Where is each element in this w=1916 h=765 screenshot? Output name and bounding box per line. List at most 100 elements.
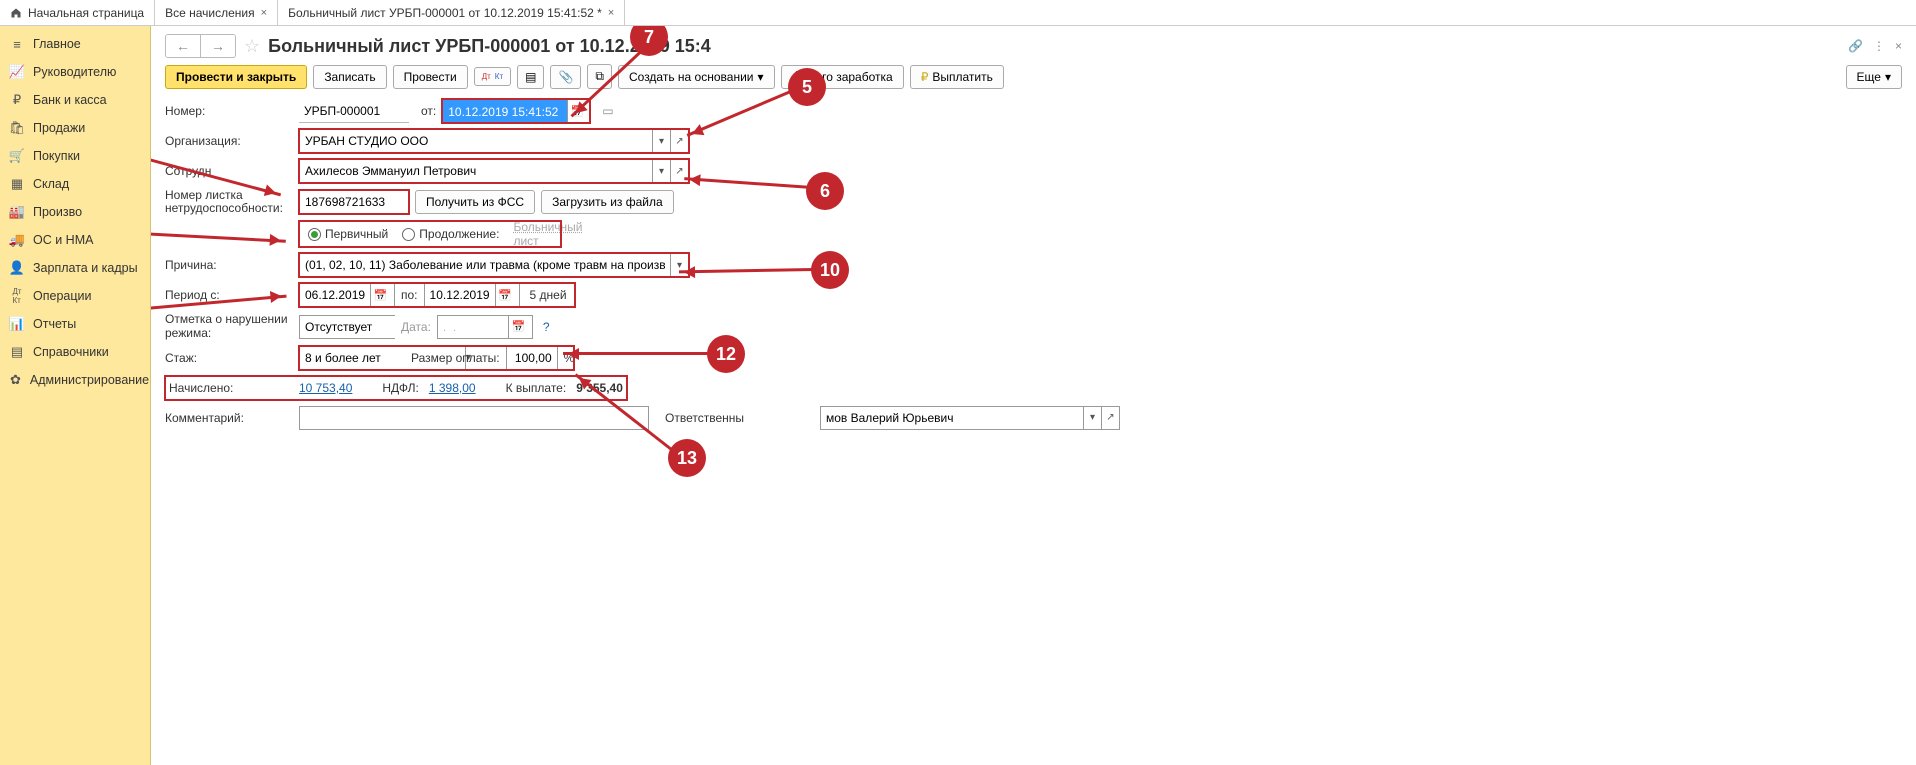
period-from-input[interactable] xyxy=(300,284,370,306)
post-and-close-button[interactable]: Провести и закрыть xyxy=(165,65,307,89)
close-doc-icon[interactable]: × xyxy=(1895,39,1902,53)
number-input[interactable] xyxy=(299,99,409,123)
sidebar-label: Банк и касса xyxy=(33,93,107,107)
sidebar-label: Отчеты xyxy=(33,317,76,331)
help-icon[interactable]: ? xyxy=(539,320,554,334)
sidebar-item-reports[interactable]: 📊Отчеты xyxy=(0,310,150,338)
calendar-icon[interactable]: 📅 xyxy=(495,284,515,306)
boxes-icon: ▦ xyxy=(10,177,24,191)
callout-6: 6 xyxy=(806,172,844,210)
nav-back[interactable]: ← xyxy=(166,35,201,57)
label-to-pay: К выплате: xyxy=(506,381,567,395)
get-fss-button[interactable]: Получить из ФСС xyxy=(415,190,535,214)
reason-combo[interactable]: ▾ xyxy=(299,253,689,277)
callout-num: 6 xyxy=(820,181,830,202)
label-reason: Причина: xyxy=(165,258,293,272)
related-button[interactable]: ⧉ xyxy=(587,64,612,89)
open-ref-icon[interactable]: ↗ xyxy=(1101,407,1119,429)
nav-forward[interactable]: → xyxy=(201,35,235,57)
sidebar-label: Главное xyxy=(33,37,81,51)
main-content: ← → ☆ Больничный лист УРБП-000001 от 10.… xyxy=(151,26,1916,765)
sidebar-item-admin[interactable]: ✿Администрирование xyxy=(0,366,150,394)
sidebar-item-manager[interactable]: 📈 Руководителю xyxy=(0,58,150,86)
period-to-field[interactable]: 📅 xyxy=(424,283,520,307)
primary-radio-group: Первичный Продолжение: Больничный лист xyxy=(299,221,561,247)
sidebar-label: Справочники xyxy=(33,345,109,359)
radio-continuation-label: Продолжение: xyxy=(419,227,499,241)
label-pay-rate: Размер оплаты: xyxy=(411,351,500,365)
org-input[interactable] xyxy=(300,130,652,152)
bag-icon: 🛍 xyxy=(10,121,24,135)
tab-list[interactable]: Все начисления × xyxy=(155,0,278,25)
accrued-link[interactable]: 10 753,40 xyxy=(299,381,352,395)
home-icon xyxy=(10,7,22,19)
tabs-bar: Начальная страница Все начисления × Боль… xyxy=(0,0,1916,26)
radio-primary[interactable]: Первичный xyxy=(308,227,388,241)
violation-date-input[interactable] xyxy=(438,316,508,338)
load-file-button[interactable]: Загрузить из файла xyxy=(541,190,674,214)
create-based-button[interactable]: Создать на основании ▾ xyxy=(618,65,775,89)
employee-input[interactable] xyxy=(300,160,652,182)
radio-primary-label: Первичный xyxy=(325,227,388,241)
pay-button[interactable]: ₽ Выплатить xyxy=(910,65,1004,89)
dtkt-button[interactable]: ДтКт xyxy=(474,67,511,86)
link-icon[interactable]: 🔗 xyxy=(1848,39,1863,53)
sidebar-item-salary[interactable]: 👤Зарплата и кадры xyxy=(0,254,150,282)
sidebar-item-warehouse[interactable]: ▦Склад xyxy=(0,170,150,198)
tab-doc[interactable]: Больничный лист УРБП-000001 от 10.12.201… xyxy=(278,0,625,25)
radio-continuation[interactable]: Продолжение: xyxy=(402,227,499,241)
violation-date-field[interactable]: 📅 xyxy=(437,315,533,339)
menu-icon: ≡ xyxy=(10,37,24,51)
employee-combo[interactable]: ▾ ↗ xyxy=(299,159,689,183)
sidebar-item-refs[interactable]: ▤Справочники xyxy=(0,338,150,366)
label-violation-date: Дата: xyxy=(401,320,431,334)
chevron-down-icon[interactable]: ▾ xyxy=(1083,407,1101,429)
create-based-label: Создать на основании xyxy=(629,70,754,84)
calendar-icon[interactable]: 📅 xyxy=(508,316,528,338)
sheet-no-input[interactable] xyxy=(299,190,409,214)
sidebar-item-sales[interactable]: 🛍Продажи xyxy=(0,114,150,142)
tab-home[interactable]: Начальная страница xyxy=(0,0,155,25)
save-button[interactable]: Записать xyxy=(313,65,386,89)
sidebar-item-bank[interactable]: ₽Банк и касса xyxy=(0,86,150,114)
ndfl-link[interactable]: 1 398,00 xyxy=(429,381,476,395)
date-input[interactable] xyxy=(443,100,567,124)
row-comment: Комментарий: Ответственны ▾ ↗ xyxy=(165,406,1902,430)
responsible-combo[interactable]: ▾ ↗ xyxy=(820,406,1120,430)
truck-icon: 🚚 xyxy=(10,233,24,247)
comment-input[interactable] xyxy=(299,406,649,430)
sidebar-item-main[interactable]: ≡ Главное xyxy=(0,30,150,58)
calendar-icon[interactable]: 📅 xyxy=(370,284,390,306)
org-info-icon[interactable]: ▭ xyxy=(602,104,613,118)
period-from-field[interactable]: 📅 xyxy=(299,283,395,307)
sidebar-item-operations[interactable]: ДтКтОперации xyxy=(0,282,150,310)
violation-combo[interactable]: … xyxy=(299,315,395,339)
more-button[interactable]: Еще ▾ xyxy=(1846,65,1902,89)
sidebar-item-assets[interactable]: 🚚ОС и НМА xyxy=(0,226,150,254)
callout-num: 12 xyxy=(716,344,736,365)
sidebar-item-production[interactable]: 🏭Произво xyxy=(0,198,150,226)
close-icon[interactable]: × xyxy=(608,7,614,19)
label-number: Номер: xyxy=(165,104,293,118)
sidebar-label: Покупки xyxy=(33,149,80,163)
sick-sheet-link: Больничный лист xyxy=(513,220,582,248)
sidebar-item-purchases[interactable]: 🛒Покупки xyxy=(0,142,150,170)
close-icon[interactable]: × xyxy=(261,7,267,19)
org-combo[interactable]: ▾ ↗ xyxy=(299,129,689,153)
sidebar: ≡ Главное 📈 Руководителю ₽Банк и касса 🛍Пр… xyxy=(0,26,151,765)
doc-struct-button[interactable]: ▤ xyxy=(517,65,544,89)
chevron-down-icon[interactable]: ▾ xyxy=(652,130,670,152)
pay-rate-input[interactable] xyxy=(506,346,558,370)
more-menu-icon[interactable]: ⋮ xyxy=(1873,39,1885,53)
favorite-star-icon[interactable]: ☆ xyxy=(244,36,260,57)
chevron-down-icon[interactable]: ▾ xyxy=(652,160,670,182)
attach-button[interactable]: 📎 xyxy=(550,65,581,89)
responsible-input[interactable] xyxy=(821,407,1083,429)
period-to-input[interactable] xyxy=(425,284,495,306)
chart-icon: 📈 xyxy=(10,65,24,79)
row-org: Организация: ▾ ↗ xyxy=(165,129,1902,153)
seniority-combo[interactable]: ▾ xyxy=(299,346,405,370)
post-button[interactable]: Провести xyxy=(393,65,468,89)
reason-input[interactable] xyxy=(300,254,670,276)
sidebar-label: Руководителю xyxy=(33,65,116,79)
